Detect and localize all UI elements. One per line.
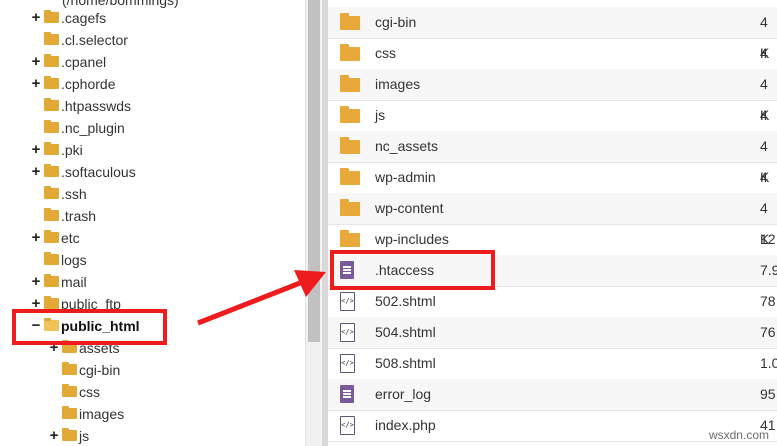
annotation-arrow — [197, 270, 326, 326]
callout-public-html — [12, 309, 167, 345]
callout-htaccess — [330, 250, 495, 290]
watermark: wsxdn.com — [708, 428, 769, 442]
